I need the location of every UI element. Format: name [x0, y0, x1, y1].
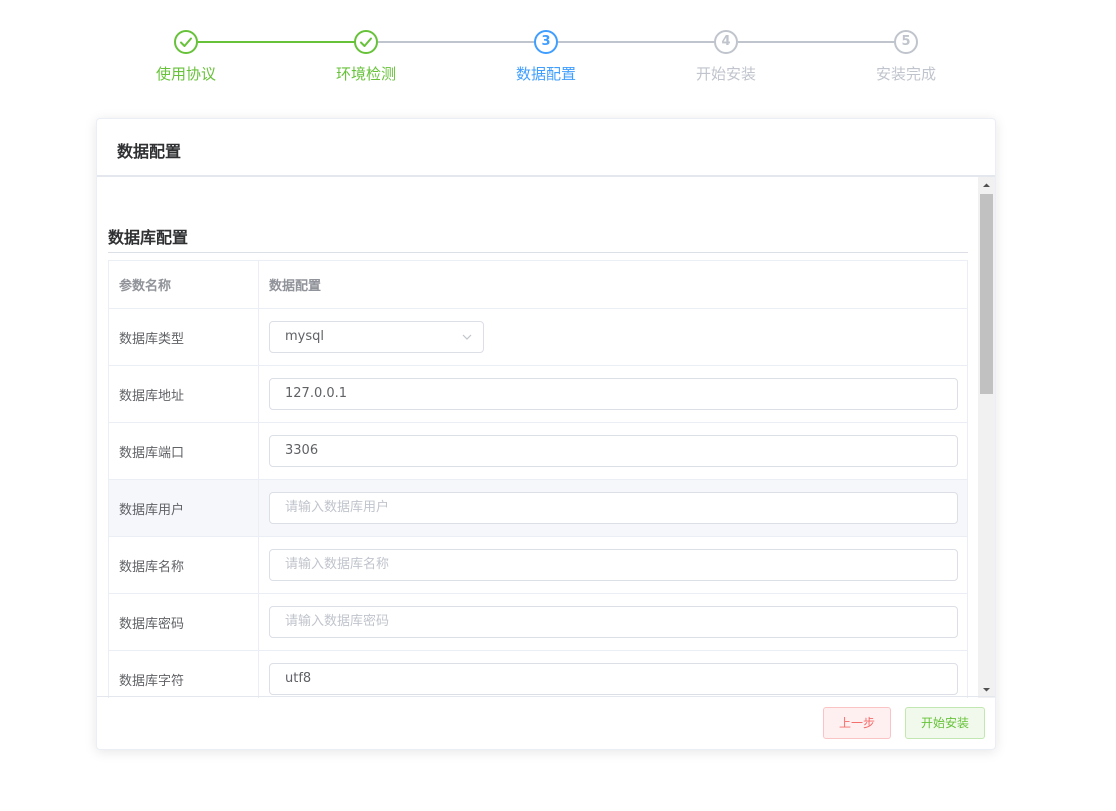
card-body: 数据库配置 参数名称 数据配置 数据库类型 mysql 数据库地址 127.0.…: [97, 177, 995, 698]
db-port-input[interactable]: 3306: [269, 435, 958, 467]
table-row: 数据库类型 mysql: [108, 308, 968, 366]
step-2-title: 环境检测: [335, 65, 396, 83]
db-type-value: mysql: [285, 329, 324, 344]
header-param-name: 参数名称: [108, 260, 259, 309]
db-password-input[interactable]: 请输入数据库密码: [269, 606, 958, 638]
step-3-number: 3: [534, 30, 558, 54]
step-connector-4: [738, 41, 898, 43]
db-name-input[interactable]: 请输入数据库名称: [269, 549, 958, 581]
step-5-title: 安装完成: [875, 65, 936, 83]
start-install-button[interactable]: 开始安装: [905, 707, 985, 739]
db-host-input[interactable]: 127.0.0.1: [269, 378, 958, 410]
step-1-title: 使用协议: [155, 65, 216, 83]
install-steps: 使用协议 环境检测 3 数据配置 4 开始安装 5 安装完成: [96, 29, 996, 89]
section-divider: [108, 252, 968, 253]
row-label-db-name: 数据库名称: [108, 536, 259, 594]
check-icon: [354, 30, 378, 54]
row-label-db-host: 数据库地址: [108, 365, 259, 423]
row-label-db-password: 数据库密码: [108, 593, 259, 651]
db-charset-input[interactable]: utf8: [269, 663, 958, 695]
card-title: 数据配置: [97, 119, 995, 177]
table-row: 数据库字符 utf8: [108, 650, 968, 698]
chevron-down-icon: [462, 334, 472, 340]
table-header-row: 参数名称 数据配置: [108, 260, 968, 309]
table-row: 数据库地址 127.0.0.1: [108, 365, 968, 423]
row-label-db-user: 数据库用户: [108, 479, 259, 537]
section-title: 数据库配置: [108, 228, 189, 247]
step-3-title: 数据配置: [515, 65, 576, 83]
table-row: 数据库端口 3306: [108, 422, 968, 480]
row-label-db-charset: 数据库字符: [108, 650, 259, 698]
check-icon: [174, 30, 198, 54]
header-config: 数据配置: [258, 260, 968, 309]
db-type-select[interactable]: mysql: [269, 321, 484, 353]
db-user-input[interactable]: 请输入数据库用户: [269, 492, 958, 524]
scroll-up-arrow-icon[interactable]: [978, 177, 995, 194]
db-config-table: 参数名称 数据配置 数据库类型 mysql 数据库地址 127.0.0.1 数据…: [108, 260, 968, 698]
step-4-title: 开始安装: [695, 65, 756, 83]
step-connector-3: [558, 41, 718, 43]
row-label-db-type: 数据库类型: [108, 308, 259, 366]
row-label-db-port: 数据库端口: [108, 422, 259, 480]
scroll-thumb[interactable]: [980, 194, 993, 394]
step-connector-1: [198, 41, 358, 43]
step-4-number: 4: [714, 30, 738, 54]
table-row: 数据库名称 请输入数据库名称: [108, 536, 968, 594]
step-5-number: 5: [894, 30, 918, 54]
vertical-scrollbar[interactable]: [978, 177, 995, 698]
table-row: 数据库用户 请输入数据库用户: [108, 479, 968, 537]
table-row: 数据库密码 请输入数据库密码: [108, 593, 968, 651]
step-connector-2: [378, 41, 538, 43]
prev-step-button[interactable]: 上一步: [823, 707, 891, 739]
config-card: 数据配置 数据库配置 参数名称 数据配置 数据库类型 mysql 数据库地址 1…: [96, 118, 996, 750]
card-footer: 上一步 开始安装: [97, 696, 995, 749]
